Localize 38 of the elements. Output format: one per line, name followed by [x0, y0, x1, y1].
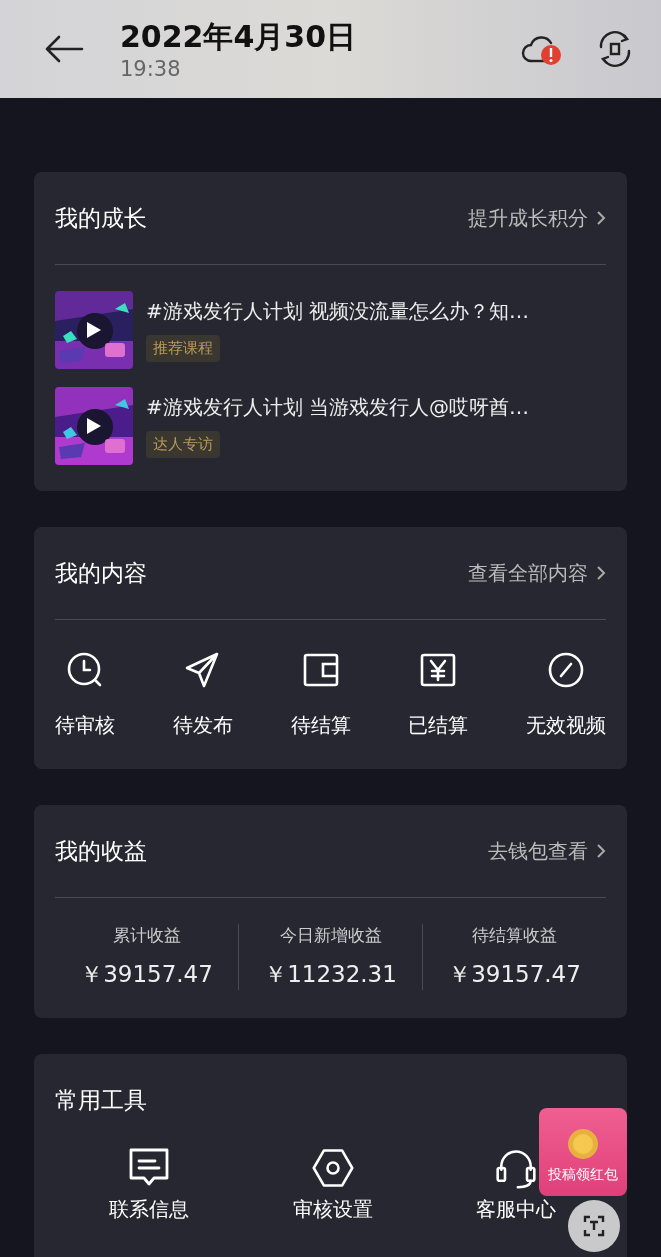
tool-label[interactable]: 联系信息 — [99, 1196, 199, 1223]
time-label: 19:38 — [120, 56, 182, 81]
category-tag: 达人专访 — [146, 431, 220, 458]
video-title[interactable]: #游戏发行人计划 当游戏发行人@哎呀酋… — [146, 394, 530, 421]
chevron-icon — [596, 210, 606, 226]
play-icon[interactable] — [86, 417, 102, 435]
coin-icon — [567, 1128, 599, 1160]
status-label[interactable]: 无效视频 — [526, 712, 606, 739]
stat-value: ￥39157.47 — [448, 960, 581, 989]
category-tag: 推荐课程 — [146, 335, 220, 362]
chevron-icon — [596, 843, 606, 859]
wallet-link[interactable]: 去钱包查看 — [488, 837, 588, 865]
section-title: 我的收益 — [55, 836, 148, 866]
promo-button[interactable]: 投稿领红包 — [539, 1108, 627, 1196]
stat-value: ￥11232.31 — [264, 960, 397, 989]
tool-label[interactable]: 客服中心 — [466, 1196, 566, 1223]
tool-label[interactable]: 审核设置 — [282, 1196, 383, 1223]
section-title: 我的内容 — [55, 558, 148, 588]
video-title[interactable]: #游戏发行人计划 视频没流量怎么办？知… — [146, 298, 530, 325]
status-label[interactable]: 已结算 — [408, 712, 469, 739]
status-label[interactable]: 待发布 — [172, 712, 233, 739]
status-label[interactable]: 待结算 — [290, 712, 351, 739]
stat-label: 待结算收益 — [472, 924, 557, 947]
back-arrow-icon[interactable] — [44, 35, 84, 63]
play-icon[interactable] — [86, 321, 102, 339]
stat-value: ￥39157.47 — [80, 960, 213, 989]
growth-link[interactable]: 提升成长积分 — [468, 204, 588, 232]
prohibited-icon — [546, 650, 586, 690]
section-title: 常用工具 — [55, 1085, 148, 1115]
scan-icon — [583, 1215, 605, 1237]
content-link[interactable]: 查看全部内容 — [468, 559, 588, 587]
status-label[interactable]: 待审核 — [55, 712, 115, 739]
section-title: 我的成长 — [55, 203, 148, 233]
settings-icon — [310, 1146, 355, 1190]
stat-label: 今日新增收益 — [279, 924, 382, 947]
stat-label: 累计收益 — [112, 924, 181, 947]
chevron-icon — [596, 565, 606, 581]
date-title: 2022年4月30日 — [120, 19, 358, 53]
